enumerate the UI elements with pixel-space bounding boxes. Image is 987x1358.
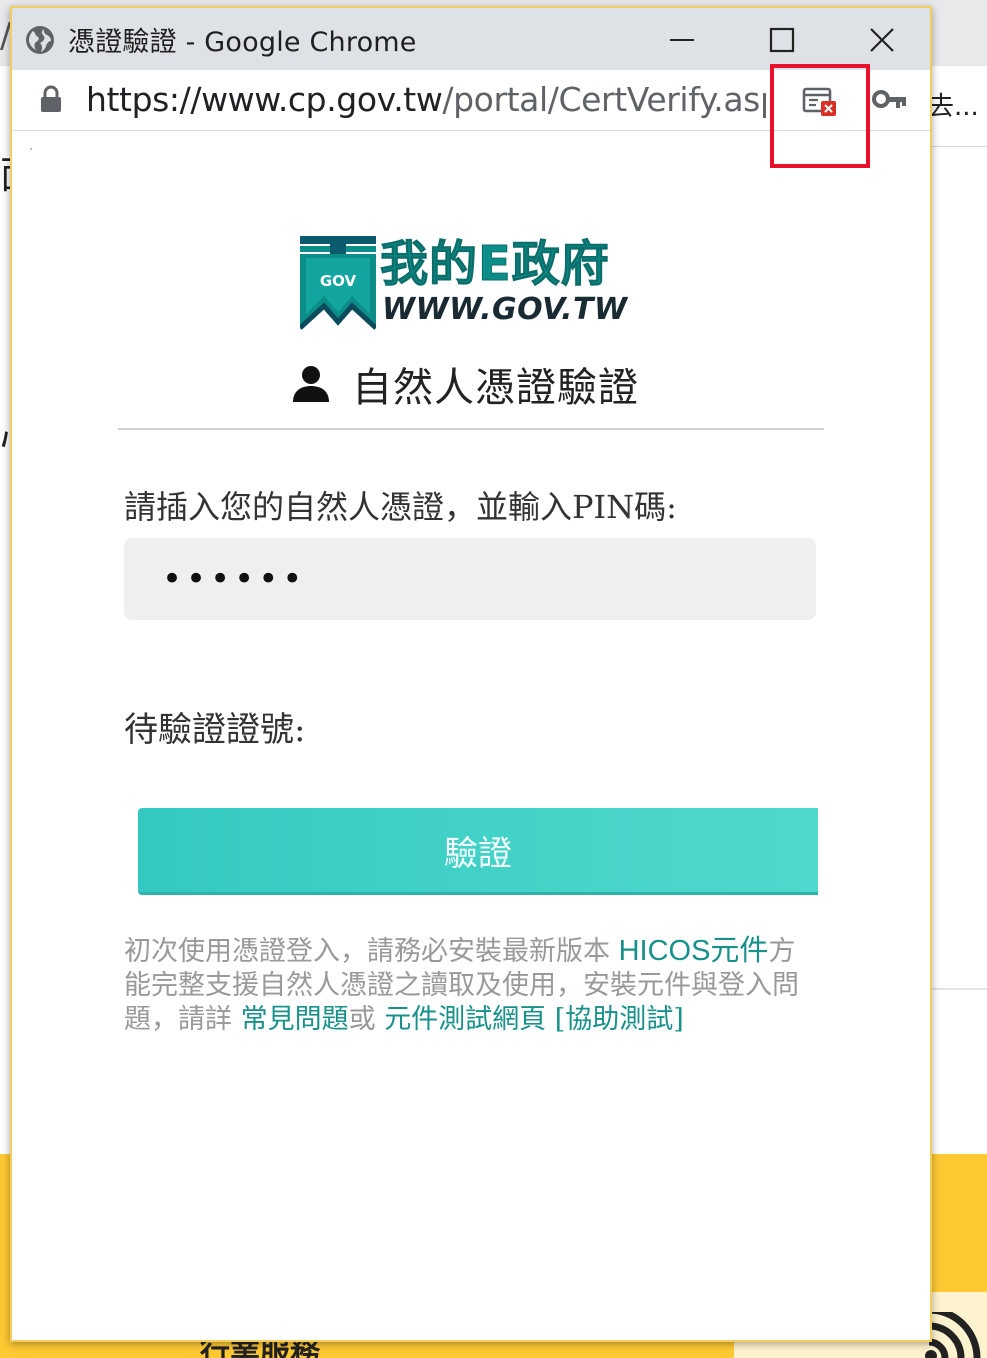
title-divider <box>118 428 824 430</box>
logo-title: 我的E政府 <box>380 236 610 293</box>
gov-emblem-icon: GOV <box>300 236 376 330</box>
site-logo: GOV 我的E政府 WWW.GOV.TW <box>300 230 650 346</box>
component-test-link[interactable]: 元件測試網頁 [協助測試] <box>384 1004 684 1035</box>
title-bar[interactable]: 憑證驗證 - Google Chrome <box>12 8 930 70</box>
page-mark <box>30 148 32 150</box>
minimize-icon <box>670 39 694 41</box>
url-display[interactable]: https://www.cp.gov.tw/portal/CertVerify.… <box>86 80 766 119</box>
logo-badge-text: GOV <box>320 272 357 290</box>
cert-number-label: 待驗證證號: <box>124 710 306 750</box>
hicos-link[interactable]: HICOS元件 <box>619 935 769 967</box>
minimize-button[interactable] <box>652 18 712 62</box>
pin-label: 請插入您的自然人憑證，並輸入PIN碼: <box>124 488 677 526</box>
maximize-button[interactable] <box>752 18 812 62</box>
background-divider <box>928 988 987 990</box>
user-icon <box>293 366 329 402</box>
notice-text: 初次使用憑證登入，請務必安裝最新版本 <box>124 936 619 967</box>
popup-window: 憑證驗證 - Google Chrome https://www.cp.gov.… <box>10 6 932 1342</box>
logo-subtitle: WWW.GOV.TW <box>382 292 628 327</box>
wifi-icon <box>925 1312 987 1358</box>
close-icon <box>870 28 894 52</box>
background-address-text: 去... <box>928 92 979 122</box>
key-icon[interactable] <box>872 86 908 116</box>
faq-link[interactable]: 常見問題 <box>241 1004 349 1035</box>
window-title: 憑證驗證 - Google Chrome <box>68 27 417 58</box>
page-title-text: 自然人憑證驗證 <box>352 365 639 411</box>
verify-button[interactable]: 驗證 <box>138 808 818 892</box>
pin-input[interactable] <box>124 538 816 620</box>
install-notice: 初次使用憑證登入，請務必安裝最新版本 HICOS元件方能完整支援自然人憑證之讀取… <box>124 934 814 1037</box>
globe-icon <box>24 24 56 56</box>
notice-text: 或 <box>348 1004 385 1035</box>
page-title: 自然人憑證驗證 <box>292 354 639 414</box>
maximize-icon <box>769 27 795 53</box>
url-path: /portal/CertVerify.aspx... <box>442 80 766 119</box>
close-button[interactable] <box>852 18 912 62</box>
highlight-annotation <box>770 64 870 168</box>
lock-icon[interactable] <box>38 84 64 114</box>
url-host: https://www.cp.gov.tw <box>86 80 443 119</box>
